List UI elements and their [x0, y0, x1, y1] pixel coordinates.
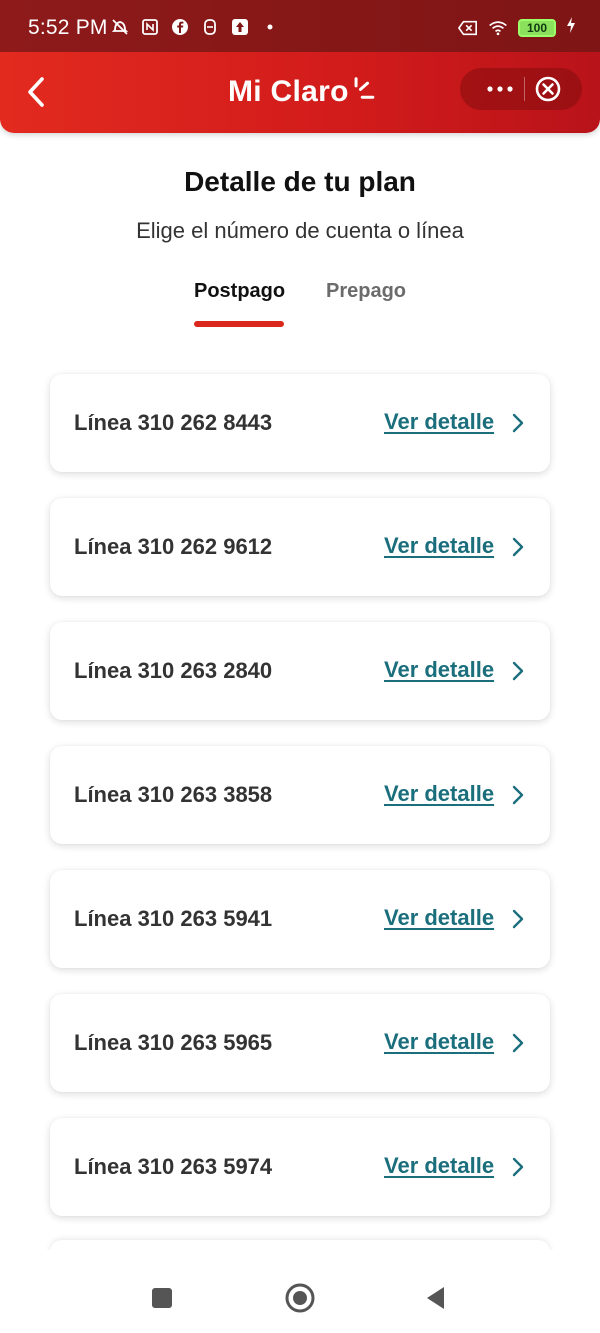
line-label: Línea 310 263 2840: [74, 658, 273, 683]
chevron-right-icon: [512, 661, 524, 681]
line-card[interactable]: Línea 310 263 2840 Ver detalle: [50, 622, 550, 720]
line-label: Línea 310 262 8443: [74, 410, 273, 435]
line-label: Línea 310 263 5965: [74, 1030, 273, 1055]
line-label: Línea 310 263 5974: [74, 1154, 273, 1179]
plan-tabs: Postpago Prepago: [0, 280, 600, 330]
facebook-icon: [170, 17, 190, 37]
view-detail-link[interactable]: Ver detalle: [384, 1153, 494, 1179]
chevron-right-icon: [512, 909, 524, 929]
nfc-icon: [140, 17, 160, 37]
chevron-right-icon: [512, 537, 524, 557]
line-card[interactable]: Línea 310 263 5941 Ver detalle: [50, 870, 550, 968]
mini-program-capsule: [460, 68, 582, 110]
app-header: 5:52 PM 100 Mi Claro: [0, 0, 600, 133]
view-detail-link[interactable]: Ver detalle: [384, 905, 494, 931]
page-subtitle: Elige el número de cuenta o línea: [136, 218, 464, 243]
muted-alarm-icon: [110, 17, 130, 37]
status-icons-left: [110, 17, 280, 37]
line-label: Línea 310 262 9612: [74, 534, 273, 559]
claro-accent-icon: [354, 77, 375, 99]
chevron-left-icon: [28, 77, 44, 107]
more-options-button[interactable]: [478, 71, 522, 107]
battery-icon: 100: [518, 18, 556, 37]
charging-icon: [566, 16, 576, 39]
back-triangle-icon: [427, 1287, 444, 1309]
sim-x-icon: [458, 18, 478, 38]
active-tab-indicator: [194, 321, 284, 327]
recents-square-icon: [152, 1288, 172, 1308]
status-bar: 5:52 PM 100: [0, 0, 600, 52]
chevron-right-icon: [512, 1157, 524, 1177]
view-detail-link[interactable]: Ver detalle: [384, 1029, 494, 1055]
line-card[interactable]: Línea 310 262 9612 Ver detalle: [50, 498, 550, 596]
capsule-divider: [523, 77, 525, 101]
view-detail-link[interactable]: Ver detalle: [384, 409, 494, 435]
app-icon: [200, 17, 220, 37]
wifi-icon: [488, 18, 508, 38]
line-card[interactable]: Línea 310 263 5974 Ver detalle: [50, 1118, 550, 1216]
home-circle-icon: [285, 1283, 315, 1313]
brand-logo: Mi Claro: [228, 70, 377, 114]
view-detail-link[interactable]: Ver detalle: [384, 657, 494, 683]
system-nav-bar: [0, 1262, 600, 1332]
back-button[interactable]: [18, 72, 54, 112]
line-label: Línea 310 263 3858: [74, 782, 273, 807]
dot-icon: [260, 17, 280, 37]
view-detail-link[interactable]: Ver detalle: [384, 781, 494, 807]
page-title: Detalle de tu plan: [184, 166, 416, 197]
tab-postpago[interactable]: Postpago: [194, 280, 285, 303]
view-detail-link[interactable]: Ver detalle: [384, 533, 494, 559]
status-time: 5:52 PM: [28, 16, 108, 39]
status-icons-right: 100: [458, 16, 576, 39]
recents-button[interactable]: [144, 1280, 180, 1316]
back-nav-button[interactable]: [418, 1280, 454, 1316]
home-button[interactable]: [282, 1280, 318, 1316]
line-card[interactable]: Línea 310 263 3858 Ver detalle: [50, 746, 550, 844]
brand-name: Mi Claro: [228, 75, 349, 108]
tab-prepago[interactable]: Prepago: [326, 280, 406, 303]
line-card[interactable]: Línea 310 263 5965 Ver detalle: [50, 994, 550, 1092]
line-label: Línea 310 263 5941: [74, 906, 273, 931]
upload-icon: [230, 17, 250, 37]
chevron-right-icon: [512, 1033, 524, 1053]
line-list: Línea 310 262 8443 Ver detalle Línea 310…: [50, 374, 550, 1242]
chevron-right-icon: [512, 413, 524, 433]
close-button[interactable]: [526, 71, 570, 107]
chevron-right-icon: [512, 785, 524, 805]
more-dots-icon: [487, 86, 513, 92]
line-card[interactable]: Línea 310 262 8443 Ver detalle: [50, 374, 550, 472]
close-circle-icon: [535, 76, 561, 102]
